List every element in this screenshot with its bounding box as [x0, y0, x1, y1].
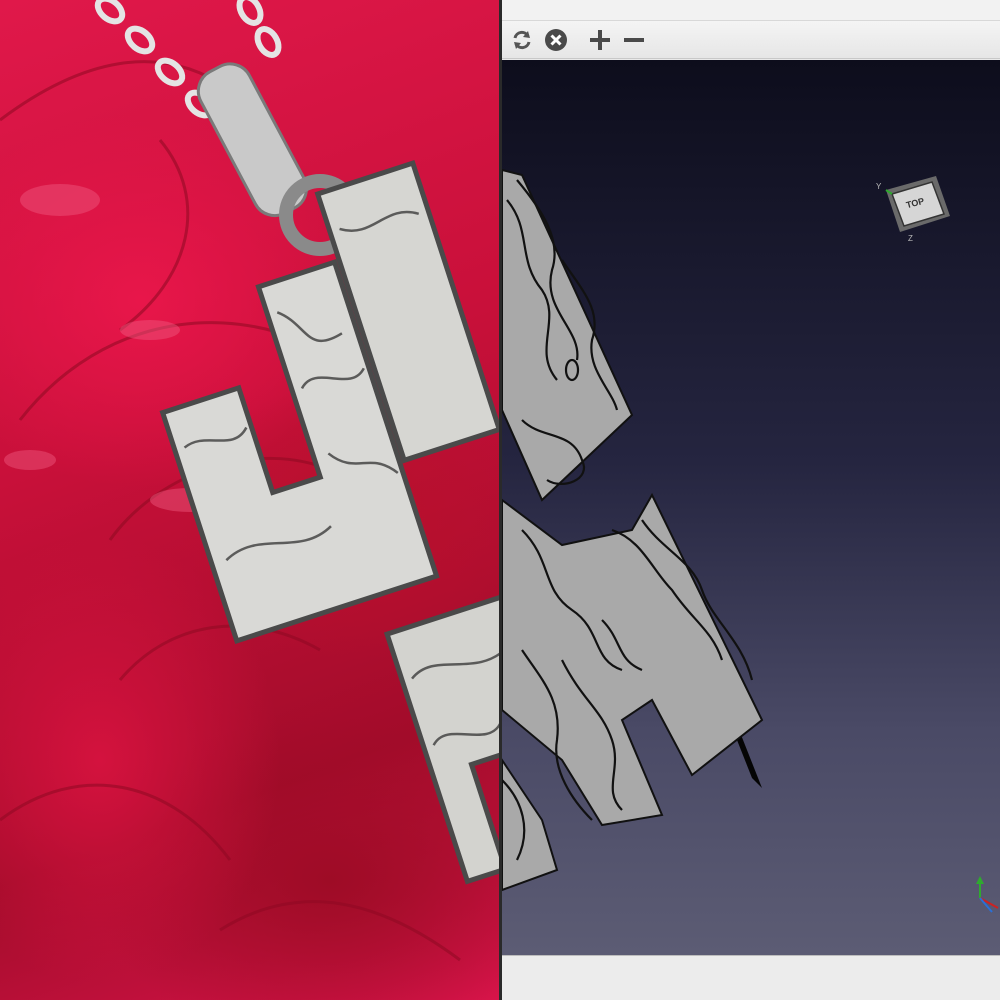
refresh-icon	[513, 30, 531, 49]
pendant-photo-illustration	[0, 0, 500, 962]
model-middle-block	[502, 492, 764, 827]
model-upper-block	[502, 168, 634, 502]
zoom-in-button[interactable]	[586, 26, 614, 54]
pendant-silver-shape	[159, 159, 500, 885]
stop-button[interactable]	[542, 26, 570, 54]
view-cube[interactable]: TOP Y Z	[876, 172, 954, 244]
zoom-in-icon	[590, 29, 610, 50]
zoom-out-button[interactable]	[620, 26, 648, 54]
zoom-out-icon	[624, 37, 644, 42]
viewer-toolbar	[502, 21, 1000, 59]
refresh-button[interactable]	[508, 26, 536, 54]
status-bar	[502, 955, 1000, 1000]
view-cube-graphic	[885, 176, 950, 232]
view-cube-axis-y: Y	[876, 182, 882, 191]
stop-icon	[545, 28, 567, 51]
axis-triad-icon	[976, 876, 999, 913]
3d-viewport[interactable]: TOP Y Z	[502, 60, 1000, 955]
cad-viewer-window: TOP Y Z	[502, 0, 1000, 1000]
model-lower-block	[502, 758, 559, 892]
view-cube-axis-z: Z	[908, 234, 913, 243]
pendant-photo	[0, 0, 500, 1000]
window-title-strip	[502, 0, 1000, 21]
